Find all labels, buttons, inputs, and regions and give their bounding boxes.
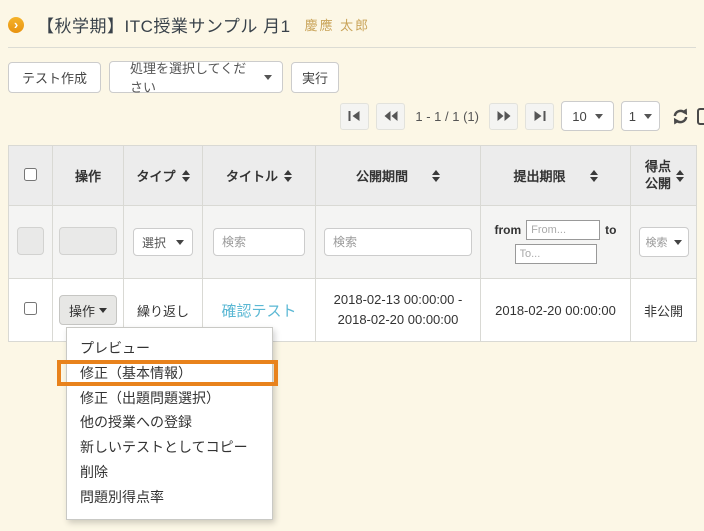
prev-page-button[interactable]	[376, 103, 405, 130]
first-page-button[interactable]	[340, 103, 369, 130]
filter-type-cell: 選択	[124, 206, 203, 279]
deadline-from-input[interactable]	[526, 220, 600, 240]
page-number-select[interactable]: 1	[621, 101, 660, 131]
action-select[interactable]: 処理を選択してください	[109, 61, 283, 93]
refresh-icon[interactable]	[671, 107, 690, 126]
menu-item-register-other-class[interactable]: 他の授業への登録	[67, 410, 272, 435]
user-name[interactable]: 慶應 太郎	[305, 15, 371, 34]
row-checkbox-cell	[9, 279, 53, 342]
menu-item-score-rate-by-question[interactable]: 問題別得点率	[67, 485, 272, 510]
chevron-down-icon	[644, 114, 652, 119]
chevron-down-icon	[176, 240, 184, 245]
row-checkbox[interactable]	[24, 302, 37, 315]
column-header-score[interactable]: 得点公開	[631, 146, 697, 206]
menu-item-delete[interactable]: 削除	[67, 460, 272, 485]
filter-score-cell: 検索	[631, 206, 697, 279]
sort-icon[interactable]	[676, 170, 684, 182]
page-header: › 【秋学期】ITC授業サンプル 月1 慶應 太郎	[8, 12, 370, 37]
menu-item-edit-question-selection[interactable]: 修正（出題問題選択）	[67, 386, 272, 411]
disabled-filter-box	[17, 227, 44, 255]
action-select-value: 処理を選択してください	[130, 58, 256, 96]
action-context-menu: プレビュー 修正（基本情報） 修正（出題問題選択） 他の授業への登録 新しいテス…	[66, 327, 273, 520]
tests-table: 操作 タイプ タイトル 公開期間 提出期限 得点公開	[8, 145, 697, 342]
column-label: 公開期間	[356, 166, 408, 185]
column-label: タイプ	[136, 166, 175, 185]
last-page-button[interactable]	[525, 103, 554, 130]
column-header-period[interactable]: 公開期間	[316, 146, 481, 206]
first-page-icon	[348, 111, 361, 121]
title-search-input[interactable]	[213, 228, 305, 256]
column-header-action: 操作	[53, 146, 124, 206]
row-deadline-cell: 2018-02-20 00:00:00	[481, 279, 631, 342]
column-header-type[interactable]: タイプ	[124, 146, 203, 206]
header-divider	[8, 47, 696, 48]
column-header-deadline[interactable]: 提出期限	[481, 146, 631, 206]
chevron-down-icon	[99, 308, 107, 313]
select-all-cell	[9, 146, 53, 206]
table-header-row: 操作 タイプ タイトル 公開期間 提出期限 得点公開	[9, 146, 697, 206]
column-header-title[interactable]: タイトル	[203, 146, 316, 206]
window-icon[interactable]	[697, 108, 704, 125]
page-number-value: 1	[629, 109, 636, 124]
next-page-icon	[497, 111, 511, 121]
row-score-cell: 非公開	[631, 279, 697, 342]
type-filter-select[interactable]: 選択	[133, 228, 193, 256]
chevron-down-icon	[674, 240, 682, 245]
filter-deadline-cell: from to	[481, 206, 631, 279]
from-label: from	[495, 223, 522, 237]
sort-icon[interactable]	[284, 170, 292, 182]
column-label: タイトル	[226, 166, 278, 185]
filter-checkbox-cell	[9, 206, 53, 279]
type-filter-value: 選択	[142, 234, 166, 251]
menu-item-edit-basic-info[interactable]: 修正（基本情報）	[67, 361, 272, 386]
menu-item-copy-as-new-test[interactable]: 新しいテストとしてコピー	[67, 435, 272, 460]
filter-action-cell	[53, 206, 124, 279]
page-title: 【秋学期】ITC授業サンプル 月1	[37, 12, 291, 37]
row-period-cell: 2018-02-13 00:00:00 - 2018-02-20 00:00:0…	[316, 279, 481, 342]
to-label: to	[605, 223, 616, 237]
create-test-button[interactable]: テスト作成	[8, 62, 101, 93]
next-page-button[interactable]	[489, 103, 518, 130]
row-action-button[interactable]: 操作	[59, 295, 117, 325]
pagination-bar: 1 - 1 / 1 (1) 10 1	[340, 100, 704, 132]
sort-icon[interactable]	[182, 170, 190, 182]
column-label: 提出期限	[513, 166, 565, 185]
pagination-range: 1 - 1 / 1 (1)	[415, 109, 479, 124]
test-title-link[interactable]: 確認テスト	[221, 303, 296, 320]
filter-row: 選択 from to	[9, 206, 697, 279]
menu-item-preview[interactable]: プレビュー	[67, 336, 272, 361]
last-page-icon	[533, 111, 546, 121]
score-filter-value: 検索	[646, 234, 668, 250]
disabled-filter-box	[59, 227, 117, 255]
deadline-to-input[interactable]	[515, 244, 597, 264]
prev-page-icon	[384, 111, 398, 121]
score-filter-select[interactable]: 検索	[639, 227, 689, 257]
select-all-checkbox[interactable]	[24, 168, 37, 181]
sort-icon[interactable]	[432, 170, 440, 182]
chevron-down-icon	[264, 75, 272, 80]
sort-icon[interactable]	[590, 170, 598, 182]
page-size-value: 10	[572, 109, 586, 124]
test-management-page: › 【秋学期】ITC授業サンプル 月1 慶應 太郎 テスト作成 処理を選択してく…	[0, 0, 704, 531]
chevron-badge-icon[interactable]: ›	[8, 17, 24, 33]
page-size-select[interactable]: 10	[561, 101, 613, 131]
row-action-label: 操作	[69, 301, 95, 320]
execute-button[interactable]: 実行	[291, 62, 339, 93]
period-search-input[interactable]	[324, 228, 472, 256]
filter-period-cell	[316, 206, 481, 279]
column-label: 操作	[75, 169, 101, 184]
toolbar: テスト作成 処理を選択してください 実行	[8, 61, 339, 93]
filter-title-cell	[203, 206, 316, 279]
column-label: 得点公開	[643, 159, 673, 193]
chevron-down-icon	[595, 114, 603, 119]
